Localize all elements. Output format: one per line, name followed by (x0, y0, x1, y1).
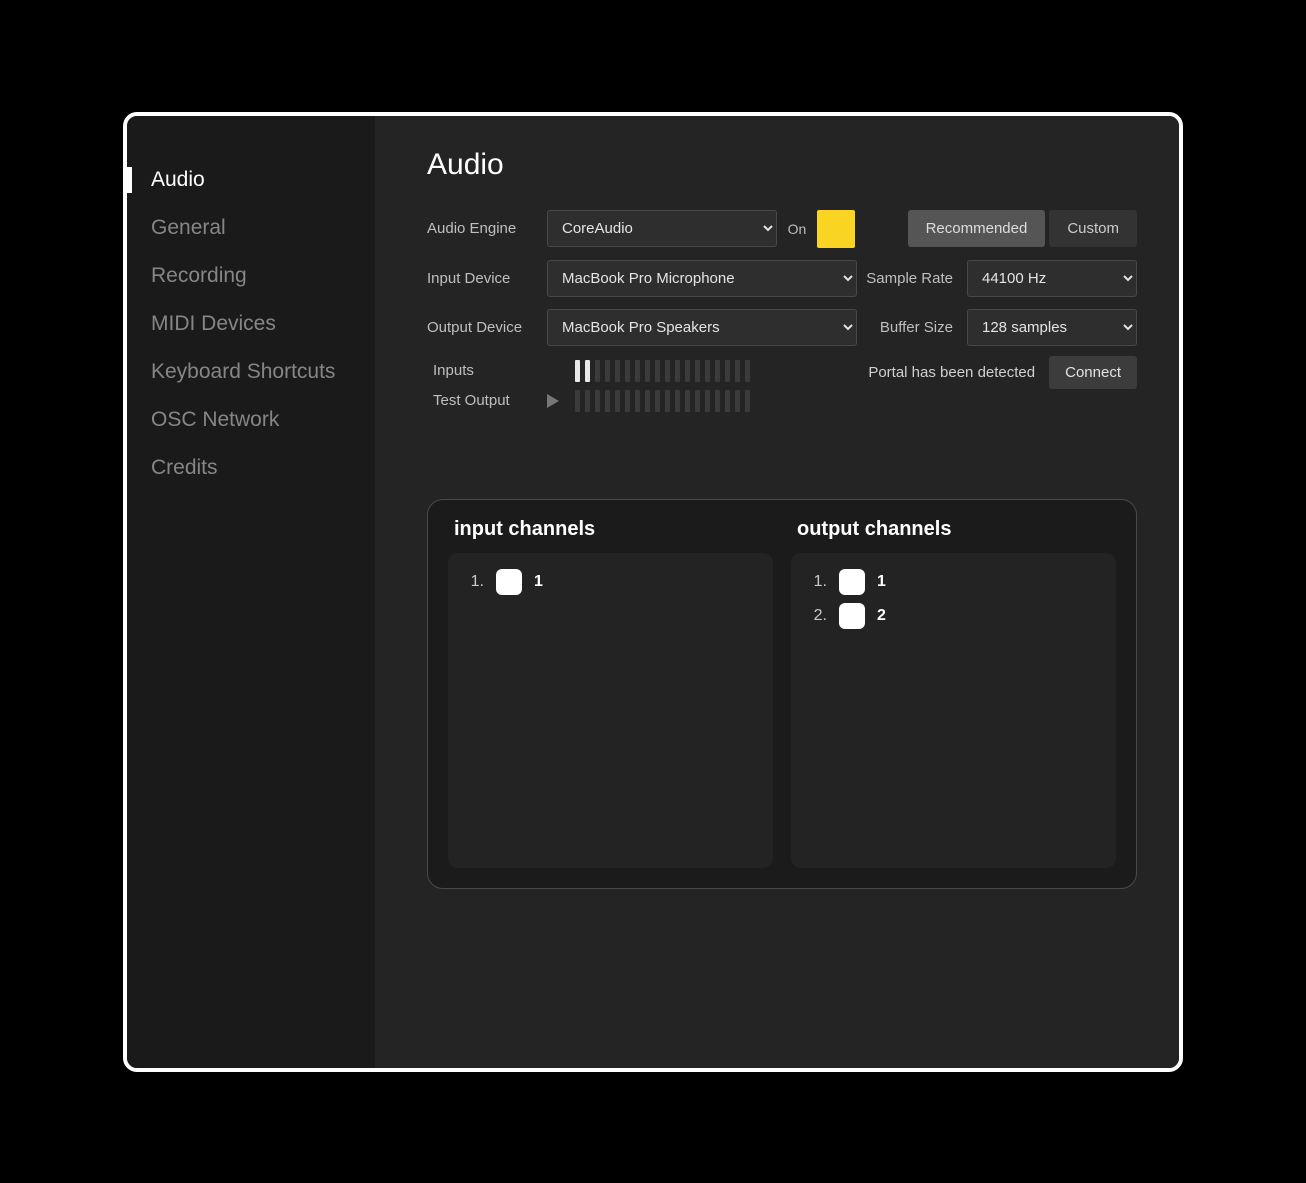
sidebar-item-general[interactable]: General (127, 204, 375, 252)
connect-button[interactable]: Connect (1049, 356, 1137, 389)
channel-row: 1.1 (464, 565, 757, 599)
sidebar-item-recording[interactable]: Recording (127, 252, 375, 300)
inputs-meter (575, 360, 750, 382)
output-channel-toggle[interactable] (839, 603, 865, 629)
sample-rate-select[interactable]: 44100 Hz (967, 260, 1137, 297)
engine-on-label: On (777, 221, 817, 237)
inputs-meter-label: Inputs (427, 362, 531, 379)
channel-index: 2. (807, 607, 827, 625)
test-output-meter (575, 390, 750, 412)
channel-name: 1 (534, 573, 543, 591)
input-channels-list: 1.1 (448, 553, 773, 868)
play-icon[interactable] (547, 394, 559, 408)
sidebar: Audio General Recording MIDI Devices Key… (127, 116, 375, 1068)
portal-status-text: Portal has been detected (868, 364, 1035, 381)
output-channels-header: output channels (791, 518, 1116, 541)
audio-engine-label: Audio Engine (427, 220, 547, 237)
channel-row: 2.2 (807, 599, 1100, 633)
sidebar-item-audio[interactable]: Audio (127, 156, 375, 204)
sidebar-item-keyboard-shortcuts[interactable]: Keyboard Shortcuts (127, 348, 375, 396)
main-panel: Audio Audio Engine CoreAudio On Recommen… (375, 116, 1179, 1068)
channel-index: 1. (807, 573, 827, 591)
output-channel-toggle[interactable] (839, 569, 865, 595)
buffer-size-select[interactable]: 128 samples (967, 309, 1137, 346)
channels-panel: input channels 1.1 output channels 1.12.… (427, 499, 1137, 889)
settings-window: ✕ Audio General Recording MIDI Devices K… (123, 112, 1183, 1072)
channel-name: 2 (877, 607, 886, 625)
recommended-button[interactable]: Recommended (908, 210, 1046, 247)
channel-row: 1.1 (807, 565, 1100, 599)
channel-index: 1. (464, 573, 484, 591)
input-channels-header: input channels (448, 518, 773, 541)
test-output-label: Test Output (427, 392, 531, 409)
input-channel-toggle[interactable] (496, 569, 522, 595)
buffer-size-label: Buffer Size (857, 319, 953, 336)
output-device-select[interactable]: MacBook Pro Speakers (547, 309, 857, 346)
output-device-label: Output Device (427, 319, 547, 336)
engine-on-toggle[interactable] (817, 210, 855, 248)
input-device-select[interactable]: MacBook Pro Microphone (547, 260, 857, 297)
custom-button[interactable]: Custom (1049, 210, 1137, 247)
page-title: Audio (427, 148, 1137, 182)
output-channels-list: 1.12.2 (791, 553, 1116, 868)
sample-rate-label: Sample Rate (857, 270, 953, 287)
channel-name: 1 (877, 573, 886, 591)
sidebar-item-credits[interactable]: Credits (127, 444, 375, 492)
input-device-label: Input Device (427, 270, 547, 287)
sidebar-item-midi-devices[interactable]: MIDI Devices (127, 300, 375, 348)
sidebar-item-osc-network[interactable]: OSC Network (127, 396, 375, 444)
audio-engine-select[interactable]: CoreAudio (547, 210, 777, 247)
